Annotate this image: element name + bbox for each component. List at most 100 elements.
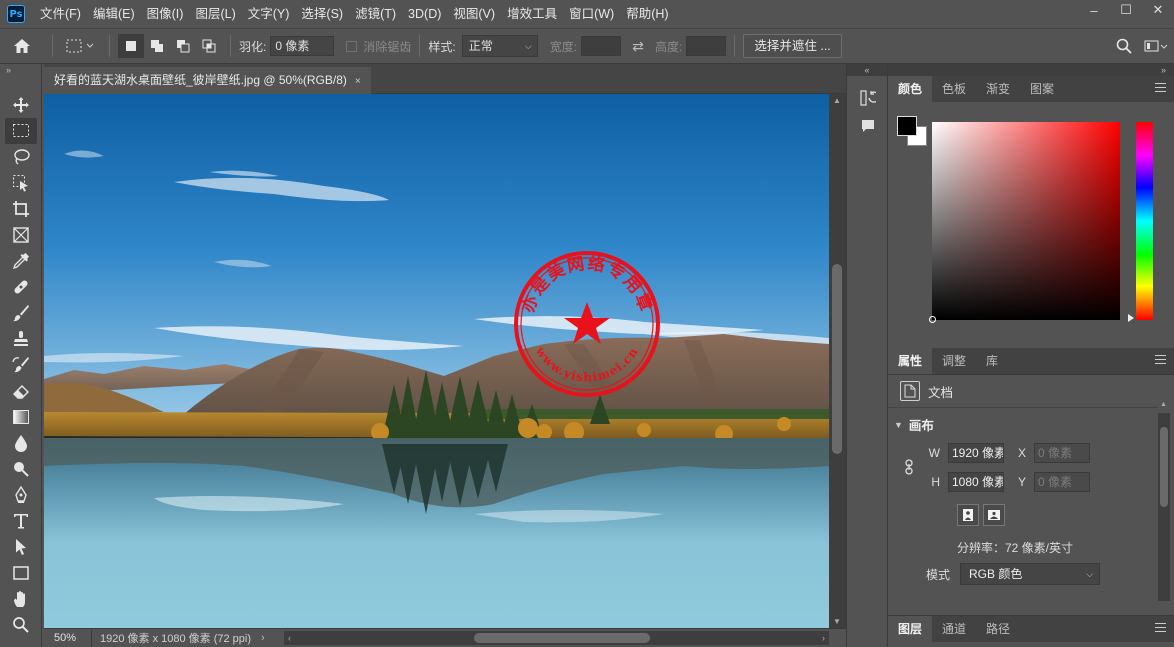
height-input[interactable] [686,36,727,56]
panel-menu-icon[interactable] [1155,355,1166,364]
menu-select[interactable]: 选择(S) [295,0,349,28]
panels-collapse-icon[interactable]: » [888,64,1174,76]
portrait-icon[interactable] [957,504,979,526]
canvas-y-field[interactable]: 0 像素 [1034,472,1090,492]
tab-layers[interactable]: 图层 [888,616,933,642]
color-field-marker[interactable] [929,316,936,323]
panel-menu-icon[interactable] [1155,83,1166,92]
info-arrow-icon[interactable]: › [261,632,265,644]
home-icon[interactable] [0,34,44,58]
color-field[interactable] [932,122,1120,320]
width-input[interactable] [581,36,622,56]
scroll-down-icon[interactable]: ▼ [833,617,841,626]
maximize-button[interactable]: ☐ [1110,0,1142,20]
menu-plugins[interactable]: 增效工具 [501,0,563,28]
scroll-up-icon[interactable]: ▲ [1160,401,1167,408]
workspace-icon[interactable] [1138,34,1174,58]
history-brush-tool-icon[interactable] [5,352,37,378]
clone-stamp-tool-icon[interactable] [5,326,37,352]
menu-image[interactable]: 图像(I) [141,0,190,28]
subtract-from-selection-icon[interactable] [170,34,196,58]
horizontal-scroll-thumb[interactable] [474,633,650,643]
frame-tool-icon[interactable] [5,222,37,248]
marquee-preset-icon[interactable] [61,34,101,58]
move-tool-icon[interactable] [5,92,37,118]
eraser-tool-icon[interactable] [5,378,37,404]
tab-libraries[interactable]: 库 [976,348,1008,374]
hue-slider[interactable] [1136,122,1153,320]
menu-edit[interactable]: 编辑(E) [87,0,141,28]
chevron-down-icon[interactable]: ▼ [894,420,903,430]
menu-3d[interactable]: 3D(D) [402,0,447,28]
menu-type[interactable]: 文字(Y) [242,0,296,28]
toolbar-collapse-icon[interactable]: » [0,64,41,76]
canvas-width-field[interactable]: 1920 像素 [948,443,1004,463]
link-icon[interactable] [904,459,914,478]
gradient-tool-icon[interactable] [5,404,37,430]
photoshop-logo-icon[interactable]: Ps [7,5,25,23]
vertical-scrollbar[interactable]: ▲ ▼ [829,94,846,628]
object-selection-tool-icon[interactable] [5,170,37,196]
select-and-mask-button[interactable]: 选择并遮住 ... [743,34,842,58]
tab-properties[interactable]: 属性 [888,348,933,374]
new-selection-icon[interactable] [118,34,144,58]
tab-color[interactable]: 颜色 [888,76,933,102]
pen-tool-icon[interactable] [5,482,37,508]
menu-layer[interactable]: 图层(L) [189,0,241,28]
document-tab[interactable]: 好看的蓝天湖水桌面壁纸_彼岸壁纸.jpg @ 50%(RGB/8) × [44,67,371,94]
properties-scrollbar[interactable]: ▲ [1158,401,1170,601]
rectangle-tool-icon[interactable] [5,560,37,586]
canvas-height-field[interactable]: 1080 像素 [948,472,1004,492]
eyedropper-tool-icon[interactable] [5,248,37,274]
type-tool-icon[interactable] [5,508,37,534]
menu-file[interactable]: 文件(F) [34,0,87,28]
search-icon[interactable] [1110,34,1138,58]
scroll-right-icon[interactable]: › [822,633,825,643]
close-button[interactable]: ✕ [1142,0,1174,20]
tab-adjustments[interactable]: 调整 [932,348,976,374]
canvas-section-header[interactable]: ▼ 画布 [894,415,934,434]
blur-tool-icon[interactable] [5,430,37,456]
close-tab-icon[interactable]: × [355,76,361,87]
menu-window[interactable]: 窗口(W) [563,0,620,28]
dodge-tool-icon[interactable] [5,456,37,482]
history-panel-icon[interactable] [847,84,889,112]
scroll-up-icon[interactable]: ▲ [833,96,841,105]
healing-brush-tool-icon[interactable] [5,274,37,300]
minimize-button[interactable]: – [1078,0,1110,20]
mode-select[interactable]: RGB 颜色 ⌵ [960,563,1101,585]
document-canvas[interactable]: 亦是美网络专用章 www.yishimei.cn [44,94,829,628]
antialias-checkbox[interactable] [346,40,358,52]
comments-panel-icon[interactable] [847,112,889,140]
style-select[interactable]: 正常 ⌵ [461,35,538,57]
menu-help[interactable]: 帮助(H) [620,0,674,28]
scroll-left-icon[interactable]: ‹ [288,633,291,643]
foreground-color-swatch[interactable] [897,116,917,136]
path-selection-tool-icon[interactable] [5,534,37,560]
lasso-tool-icon[interactable] [5,144,37,170]
zoom-tool-icon[interactable] [5,612,37,638]
hue-slider-handle[interactable] [1128,314,1134,322]
swap-icon[interactable]: ⇄ [621,34,655,58]
menu-view[interactable]: 视图(V) [447,0,501,28]
menu-filter[interactable]: 滤镜(T) [349,0,402,28]
dock-collapse-icon[interactable]: « [847,64,887,76]
tab-channels[interactable]: 通道 [932,616,976,642]
panel-menu-icon[interactable] [1155,623,1166,632]
tab-patterns[interactable]: 图案 [1020,76,1064,102]
landscape-icon[interactable] [983,504,1005,526]
feather-input[interactable]: 0 像素 [270,36,335,56]
properties-scroll-thumb[interactable] [1160,427,1168,507]
tab-swatches[interactable]: 色板 [932,76,976,102]
vertical-scroll-thumb[interactable] [832,264,842,454]
horizontal-scrollbar[interactable]: ‹ › [284,631,829,645]
crop-tool-icon[interactable] [5,196,37,222]
canvas-x-field[interactable]: 0 像素 [1034,443,1090,463]
canvas-area[interactable]: 亦是美网络专用章 www.yishimei.cn ▲ ▼ [44,94,846,628]
tab-paths[interactable]: 路径 [976,616,1020,642]
tab-gradients[interactable]: 渐变 [976,76,1020,102]
zoom-level-field[interactable]: 50% [44,629,92,647]
intersect-selection-icon[interactable] [196,34,222,58]
brush-tool-icon[interactable] [5,300,37,326]
add-to-selection-icon[interactable] [144,34,170,58]
